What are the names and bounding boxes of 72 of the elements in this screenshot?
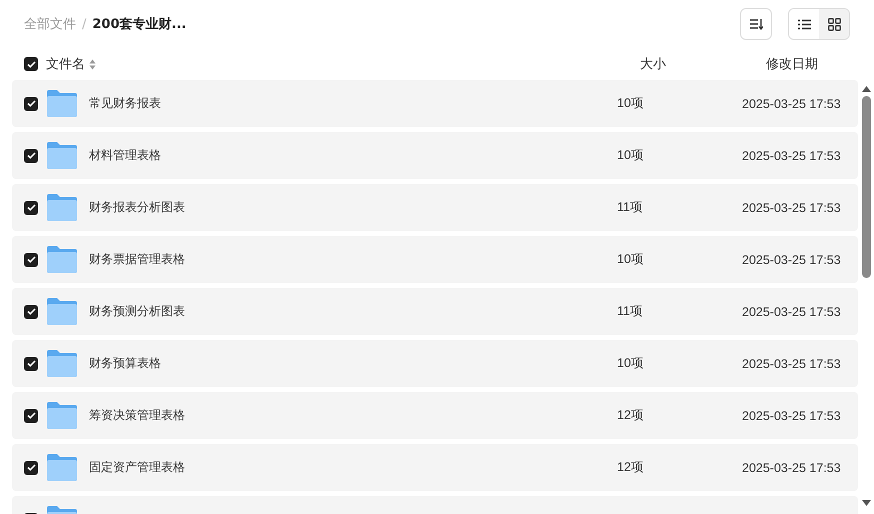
modified-date: 2025-03-25 17:53	[742, 304, 842, 318]
item-count: 10项	[617, 355, 645, 372]
folder-row[interactable]: 财务预算表格 10项 2025-03-25 17:53	[12, 340, 858, 387]
row-checkbox[interactable]	[24, 460, 38, 474]
modified-date: 2025-03-25 17:53	[742, 96, 842, 110]
check-icon	[26, 60, 36, 68]
breadcrumb-separator: /	[82, 16, 86, 32]
sort-arrows-icon	[89, 58, 96, 70]
scrollbar-thumb[interactable]	[862, 96, 870, 278]
folder-icon	[47, 90, 77, 117]
item-count: 11项	[617, 199, 644, 216]
check-icon	[26, 412, 36, 419]
folder-icon	[47, 402, 77, 429]
folder-name: 固定资产管理表格	[89, 459, 185, 476]
folder-name: 常见财务报表	[89, 95, 161, 112]
folder-name: 筹资决策管理表格	[89, 407, 185, 424]
modified-date: 2025-03-25 17:53	[742, 148, 842, 162]
size-column-header: 大小	[640, 56, 667, 73]
row-checkbox[interactable]	[24, 304, 38, 318]
item-count: 10项	[617, 95, 645, 112]
list-icon	[798, 18, 810, 30]
item-count: 10项	[617, 251, 645, 268]
folder-icon	[47, 194, 77, 221]
select-all-checkbox[interactable]	[24, 57, 38, 71]
check-icon	[26, 256, 36, 263]
row-checkbox[interactable]	[24, 96, 38, 110]
folder-row[interactable]: 筹资决策管理表格 12项 2025-03-25 17:53	[12, 392, 858, 439]
check-icon	[26, 360, 36, 367]
check-icon	[26, 204, 36, 211]
folder-icon	[47, 298, 77, 325]
modified-date: 2025-03-25 17:53	[742, 252, 842, 266]
folder-row[interactable]: 财务预测分析图表 11项 2025-03-25 17:53	[12, 288, 858, 335]
row-checkbox[interactable]	[24, 148, 38, 162]
row-checkbox[interactable]	[24, 200, 38, 214]
check-icon	[26, 464, 36, 471]
folder-name: 财务预算表格	[89, 355, 161, 372]
row-checkbox[interactable]	[24, 356, 38, 370]
folder-name: 财务预测分析图表	[89, 303, 185, 320]
check-icon	[26, 152, 36, 159]
date-column-header: 修改日期	[766, 56, 819, 73]
grid-icon	[828, 18, 840, 30]
row-checkbox[interactable]	[24, 408, 38, 422]
modified-date: 2025-03-25 17:53	[742, 408, 842, 422]
item-count: 10项	[617, 147, 645, 164]
sort-icon	[749, 18, 763, 30]
modified-date: 2025-03-25 17:53	[742, 356, 842, 370]
folder-row[interactable]: 财务报表分析图表 11项 2025-03-25 17:53	[12, 184, 858, 231]
name-column-header[interactable]: 文件名	[46, 55, 85, 73]
folder-icon	[47, 350, 77, 377]
scroll-down-icon[interactable]	[862, 500, 870, 506]
check-icon	[26, 308, 36, 315]
row-checkbox[interactable]	[24, 252, 38, 266]
modified-date: 2025-03-25 17:53	[742, 460, 842, 474]
modified-date: 2025-03-25 17:53	[742, 200, 842, 214]
folder-name: 材料管理表格	[89, 147, 161, 164]
current-folder-label: 200套专业财...	[92, 16, 186, 33]
item-count: 12项	[617, 459, 645, 476]
folder-row[interactable]: 固定资产管理表格 12项 2025-03-25 17:53	[12, 444, 858, 491]
folder-name: 财务票据管理表格	[89, 251, 185, 268]
folder-row[interactable]: 财务票据管理表格 10项 2025-03-25 17:53	[12, 236, 858, 283]
folder-row[interactable]: 常见财务报表 10项 2025-03-25 17:53	[12, 80, 858, 127]
folder-icon	[47, 454, 77, 481]
item-count: 12项	[617, 407, 645, 424]
check-icon	[26, 100, 36, 107]
scroll-up-icon[interactable]	[862, 86, 870, 92]
folder-icon	[47, 246, 77, 273]
folder-name: 财务报表分析图表	[89, 199, 185, 216]
sort-button[interactable]	[740, 8, 772, 40]
folder-icon	[47, 142, 77, 169]
folder-row[interactable]: 材料管理表格 10项 2025-03-25 17:53	[12, 132, 858, 179]
item-count: 11项	[617, 303, 644, 320]
list-view-button[interactable]	[789, 9, 819, 39]
